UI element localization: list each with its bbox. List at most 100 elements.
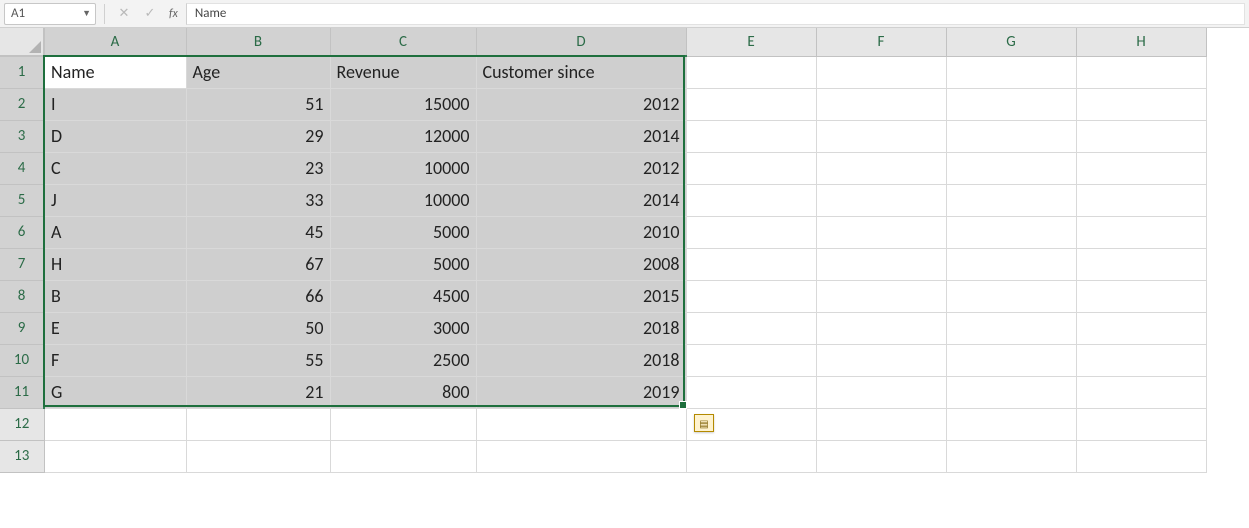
cell-D2[interactable]: 2012 — [476, 88, 686, 120]
col-header-B[interactable]: B — [186, 28, 330, 56]
cell-H12[interactable] — [1076, 408, 1206, 440]
cell-E4[interactable] — [686, 152, 816, 184]
cell-B9[interactable]: 50 — [186, 312, 330, 344]
cell-E1[interactable] — [686, 56, 816, 88]
cell-H2[interactable] — [1076, 88, 1206, 120]
cell-C4[interactable]: 10000 — [330, 152, 476, 184]
row-header-6[interactable]: 6 — [0, 216, 44, 248]
cell-D9[interactable]: 2018 — [476, 312, 686, 344]
cell-G6[interactable] — [946, 216, 1076, 248]
cell-E13[interactable] — [686, 440, 816, 472]
row-header-12[interactable]: 12 — [0, 408, 44, 440]
cell-C5[interactable]: 10000 — [330, 184, 476, 216]
cell-H11[interactable] — [1076, 376, 1206, 408]
cell-D7[interactable]: 2008 — [476, 248, 686, 280]
row-header-3[interactable]: 3 — [0, 120, 44, 152]
cell-B3[interactable]: 29 — [186, 120, 330, 152]
cell-H3[interactable] — [1076, 120, 1206, 152]
cell-B13[interactable] — [186, 440, 330, 472]
worksheet[interactable]: ABCDEFGH1NameAgeRevenueCustomer since2I5… — [0, 28, 1249, 473]
formula-input[interactable]: Name — [186, 3, 1245, 25]
cell-D8[interactable]: 2015 — [476, 280, 686, 312]
cell-C1[interactable]: Revenue — [330, 56, 476, 88]
cell-H4[interactable] — [1076, 152, 1206, 184]
cell-A9[interactable]: E — [44, 312, 186, 344]
cell-A6[interactable]: A — [44, 216, 186, 248]
cell-A8[interactable]: B — [44, 280, 186, 312]
cell-G4[interactable] — [946, 152, 1076, 184]
cell-A11[interactable]: G — [44, 376, 186, 408]
cell-F2[interactable] — [816, 88, 946, 120]
cell-B2[interactable]: 51 — [186, 88, 330, 120]
cell-B11[interactable]: 21 — [186, 376, 330, 408]
cell-D1[interactable]: Customer since — [476, 56, 686, 88]
cell-A7[interactable]: H — [44, 248, 186, 280]
cell-D11[interactable]: 2019 — [476, 376, 686, 408]
cell-C3[interactable]: 12000 — [330, 120, 476, 152]
cell-A10[interactable]: F — [44, 344, 186, 376]
cell-F8[interactable] — [816, 280, 946, 312]
cell-G10[interactable] — [946, 344, 1076, 376]
cell-E7[interactable] — [686, 248, 816, 280]
cell-F9[interactable] — [816, 312, 946, 344]
cell-G1[interactable] — [946, 56, 1076, 88]
cell-B8[interactable]: 66 — [186, 280, 330, 312]
cell-H5[interactable] — [1076, 184, 1206, 216]
cell-F13[interactable] — [816, 440, 946, 472]
cell-G2[interactable] — [946, 88, 1076, 120]
cell-E3[interactable] — [686, 120, 816, 152]
row-header-7[interactable]: 7 — [0, 248, 44, 280]
cell-A12[interactable] — [44, 408, 186, 440]
cell-A5[interactable]: J — [44, 184, 186, 216]
col-header-D[interactable]: D — [476, 28, 686, 56]
col-header-A[interactable]: A — [44, 28, 186, 56]
cell-C7[interactable]: 5000 — [330, 248, 476, 280]
cell-E11[interactable] — [686, 376, 816, 408]
cell-D12[interactable] — [476, 408, 686, 440]
cell-F6[interactable] — [816, 216, 946, 248]
cell-A3[interactable]: D — [44, 120, 186, 152]
fx-icon[interactable]: fx — [169, 7, 178, 21]
cell-E8[interactable] — [686, 280, 816, 312]
cell-F10[interactable] — [816, 344, 946, 376]
cell-H10[interactable] — [1076, 344, 1206, 376]
cell-B5[interactable]: 33 — [186, 184, 330, 216]
cell-D5[interactable]: 2014 — [476, 184, 686, 216]
row-header-2[interactable]: 2 — [0, 88, 44, 120]
cell-G7[interactable] — [946, 248, 1076, 280]
select-all-corner[interactable] — [0, 28, 44, 56]
cell-G9[interactable] — [946, 312, 1076, 344]
row-header-11[interactable]: 11 — [0, 376, 44, 408]
cell-A2[interactable]: I — [44, 88, 186, 120]
cell-C10[interactable]: 2500 — [330, 344, 476, 376]
cell-F3[interactable] — [816, 120, 946, 152]
name-box[interactable]: A1 ▼ — [4, 3, 96, 25]
row-header-5[interactable]: 5 — [0, 184, 44, 216]
cell-A13[interactable] — [44, 440, 186, 472]
cell-G3[interactable] — [946, 120, 1076, 152]
row-header-1[interactable]: 1 — [0, 56, 44, 88]
cell-B7[interactable]: 67 — [186, 248, 330, 280]
cell-F1[interactable] — [816, 56, 946, 88]
cell-E2[interactable] — [686, 88, 816, 120]
cell-E9[interactable] — [686, 312, 816, 344]
cell-C9[interactable]: 3000 — [330, 312, 476, 344]
cell-H1[interactable] — [1076, 56, 1206, 88]
cell-D13[interactable] — [476, 440, 686, 472]
cell-C2[interactable]: 15000 — [330, 88, 476, 120]
cell-B10[interactable]: 55 — [186, 344, 330, 376]
cell-H8[interactable] — [1076, 280, 1206, 312]
cell-F12[interactable] — [816, 408, 946, 440]
cell-A4[interactable]: C — [44, 152, 186, 184]
cell-D4[interactable]: 2012 — [476, 152, 686, 184]
cell-F11[interactable] — [816, 376, 946, 408]
cell-C8[interactable]: 4500 — [330, 280, 476, 312]
cell-C6[interactable]: 5000 — [330, 216, 476, 248]
cell-D6[interactable]: 2010 — [476, 216, 686, 248]
cell-D3[interactable]: 2014 — [476, 120, 686, 152]
col-header-C[interactable]: C — [330, 28, 476, 56]
col-header-H[interactable]: H — [1076, 28, 1206, 56]
cell-C12[interactable] — [330, 408, 476, 440]
cell-E5[interactable] — [686, 184, 816, 216]
cell-F7[interactable] — [816, 248, 946, 280]
